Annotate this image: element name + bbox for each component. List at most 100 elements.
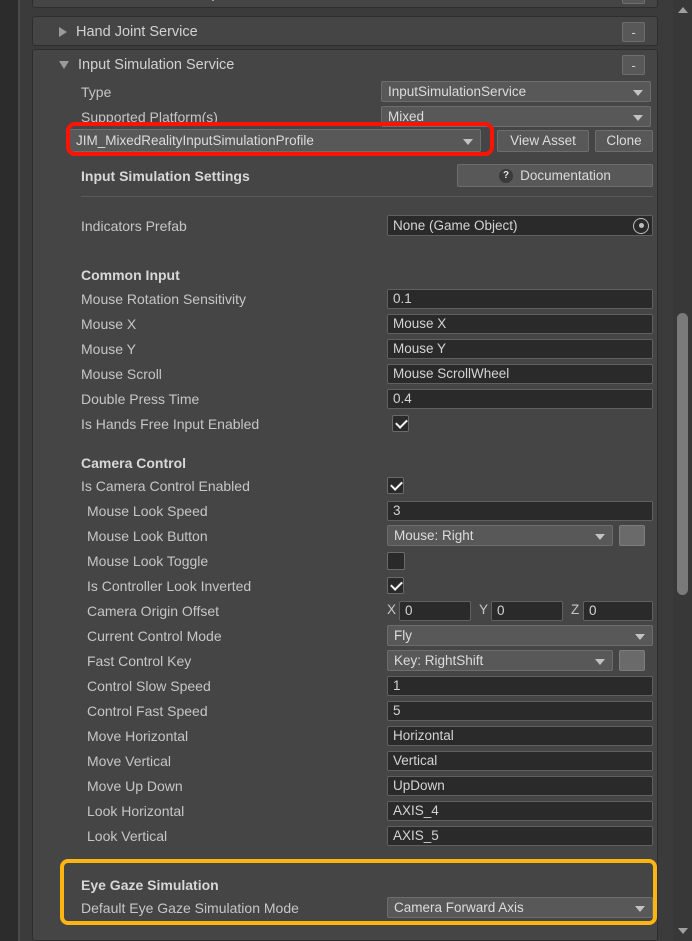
- indicators-prefab-picker-wrap: [387, 215, 653, 236]
- scroll-down-arrow-icon[interactable]: [673, 923, 692, 939]
- mouse-look-toggle-checkbox[interactable]: [387, 552, 405, 570]
- row-supported-platforms: Supported Platform(s) Mixed: [33, 104, 659, 129]
- field-label: Is Camera Control Enabled: [81, 477, 250, 494]
- remove-service-button[interactable]: -: [622, 55, 645, 75]
- documentation-label: Documentation: [520, 168, 611, 183]
- row-double-press-time: Double Press Time 0.4: [33, 386, 659, 411]
- row-control-slow-speed: Control Slow Speed 1: [33, 673, 659, 698]
- clone-button[interactable]: Clone: [595, 129, 653, 152]
- move-up-down-input[interactable]: UpDown: [387, 775, 653, 796]
- default-eye-gaze-mode-caret-wrap: [387, 897, 653, 918]
- row-is-controller-look-inverted: Is Controller Look Inverted: [33, 573, 659, 598]
- row-camera-origin-offset: Camera Origin Offset X 0 Y 0 Z 0: [33, 598, 659, 623]
- z-axis-label: Z: [571, 602, 580, 617]
- field-label: Mouse Scroll: [81, 365, 162, 382]
- section-divider: [81, 196, 653, 197]
- remove-service-button[interactable]: -: [622, 0, 645, 4]
- row-move-horizontal: Move Horizontal Horizontal: [33, 723, 659, 748]
- field-label: Look Vertical: [87, 827, 168, 844]
- field-label: Mouse Y: [81, 340, 136, 357]
- is-camera-control-enabled-checkbox[interactable]: [387, 477, 404, 494]
- supported-platforms-label: Supported Platform(s): [81, 108, 218, 125]
- row-mouse-x: Mouse X Mouse X: [33, 311, 659, 336]
- row-control-fast-speed: Control Fast Speed 5: [33, 698, 659, 723]
- panel-header[interactable]: Windows Dictation Input -: [33, 0, 657, 9]
- field-label: Mouse Rotation Sensitivity: [81, 290, 246, 307]
- row-move-vertical: Move Vertical Vertical: [33, 748, 659, 773]
- panel-header[interactable]: Input Simulation Service -: [33, 50, 657, 80]
- unity-inspector-window: Windows Dictation Input - Hand Joint Ser…: [0, 0, 692, 941]
- look-vertical-input[interactable]: AXIS_5: [387, 825, 653, 846]
- help-icon: ?: [499, 168, 514, 183]
- panel-title: Windows Dictation Input: [76, 0, 232, 2]
- indicators-prefab-label: Indicators Prefab: [81, 217, 187, 234]
- row-look-vertical: Look Vertical AXIS_5: [33, 823, 659, 848]
- field-label: Mouse Look Toggle: [87, 552, 209, 569]
- fast-control-key-caret-wrap: [387, 650, 613, 671]
- panel-windows-dictation-input[interactable]: Windows Dictation Input -: [32, 0, 658, 8]
- field-label: Move Horizontal: [87, 727, 189, 744]
- row-default-eye-gaze-mode: Default Eye Gaze Simulation Mode Camera …: [33, 895, 659, 920]
- move-horizontal-input[interactable]: Horizontal: [387, 725, 653, 746]
- move-vertical-input[interactable]: Vertical: [387, 750, 653, 771]
- chevron-right-icon[interactable]: [59, 27, 67, 37]
- mouse-scroll-input[interactable]: Mouse ScrollWheel: [387, 363, 653, 384]
- panel-hand-joint-service[interactable]: Hand Joint Service -: [32, 16, 658, 46]
- double-press-time-input[interactable]: 0.4: [387, 388, 653, 409]
- type-dropdown-caret-wrap: [381, 81, 651, 102]
- row-mouse-y: Mouse Y Mouse Y: [33, 336, 659, 361]
- field-label: Double Press Time: [81, 390, 200, 407]
- common-input-header-row: Common Input: [33, 262, 659, 287]
- type-label: Type: [81, 83, 112, 100]
- mouse-look-button-record-button[interactable]: [619, 525, 645, 546]
- remove-service-button[interactable]: -: [622, 22, 645, 42]
- field-label: Control Slow Speed: [87, 677, 211, 694]
- panel-input-simulation-service[interactable]: Input Simulation Service - Type InputSim…: [32, 49, 658, 941]
- field-label: Camera Origin Offset: [87, 602, 220, 619]
- field-label: Is Controller Look Inverted: [87, 577, 252, 594]
- is-controller-look-inverted-checkbox[interactable]: [387, 577, 404, 594]
- target-picker-icon[interactable]: [633, 217, 649, 234]
- scroll-up-arrow-icon[interactable]: [673, 2, 692, 18]
- chevron-down-icon[interactable]: [59, 61, 69, 69]
- vertical-scrollbar[interactable]: [673, 0, 692, 941]
- field-label: Look Horizontal: [87, 802, 185, 819]
- control-slow-speed-input[interactable]: 1: [387, 675, 653, 696]
- row-simulation-settings-header: Input Simulation Settings ? Documentatio…: [33, 163, 659, 188]
- is-hands-free-input-enabled-checkbox[interactable]: [392, 415, 409, 432]
- row-mouse-look-button: Mouse Look Button Mouse: Right: [33, 523, 659, 548]
- fast-control-key-record-button[interactable]: [619, 650, 645, 671]
- mouse-look-speed-input[interactable]: 3: [387, 500, 653, 521]
- field-label: Mouse Look Button: [87, 527, 208, 544]
- mouse-x-input[interactable]: Mouse X: [387, 313, 653, 334]
- chevron-down-icon: [463, 138, 473, 145]
- view-asset-button[interactable]: View Asset: [497, 129, 589, 152]
- documentation-button[interactable]: ? Documentation: [457, 164, 653, 187]
- scrollbar-thumb[interactable]: [677, 313, 688, 595]
- field-label: Move Up Down: [87, 777, 183, 794]
- panel-header[interactable]: Hand Joint Service -: [33, 17, 657, 47]
- row-mouse-rotation-sensitivity: Mouse Rotation Sensitivity 0.1: [33, 286, 659, 311]
- look-horizontal-input[interactable]: AXIS_4: [387, 800, 653, 821]
- camera-origin-offset-z-input[interactable]: 0: [583, 600, 653, 621]
- supported-platforms-caret-wrap: [381, 106, 651, 127]
- field-label: Mouse X: [81, 315, 137, 332]
- field-label: Move Vertical: [87, 752, 172, 769]
- camera-origin-offset-y-input[interactable]: 0: [491, 600, 563, 621]
- chevron-down-icon: [633, 114, 643, 121]
- row-mouse-look-toggle: Mouse Look Toggle: [33, 548, 659, 573]
- row-hands-free-input-enabled: Is Hands Free Input Enabled: [33, 411, 659, 436]
- chevron-down-icon: [633, 89, 643, 96]
- chevron-down-icon: [595, 658, 605, 665]
- row-indicators-prefab: Indicators Prefab None (Game Object): [33, 213, 659, 238]
- row-is-camera-control-enabled: Is Camera Control Enabled: [33, 473, 659, 498]
- control-fast-speed-input[interactable]: 5: [387, 700, 653, 721]
- field-label: Is Hands Free Input Enabled: [81, 415, 260, 432]
- camera-control-header-row: Camera Control: [33, 450, 659, 475]
- eye-gaze-simulation-header: Eye Gaze Simulation: [81, 876, 219, 893]
- profile-dropdown-caret-wrap: [69, 129, 481, 152]
- camera-origin-offset-x-input[interactable]: 0: [399, 600, 471, 621]
- mouse-y-input[interactable]: Mouse Y: [387, 338, 653, 359]
- field-label: Default Eye Gaze Simulation Mode: [81, 899, 299, 916]
- mouse-rotation-sensitivity-input[interactable]: 0.1: [387, 288, 653, 309]
